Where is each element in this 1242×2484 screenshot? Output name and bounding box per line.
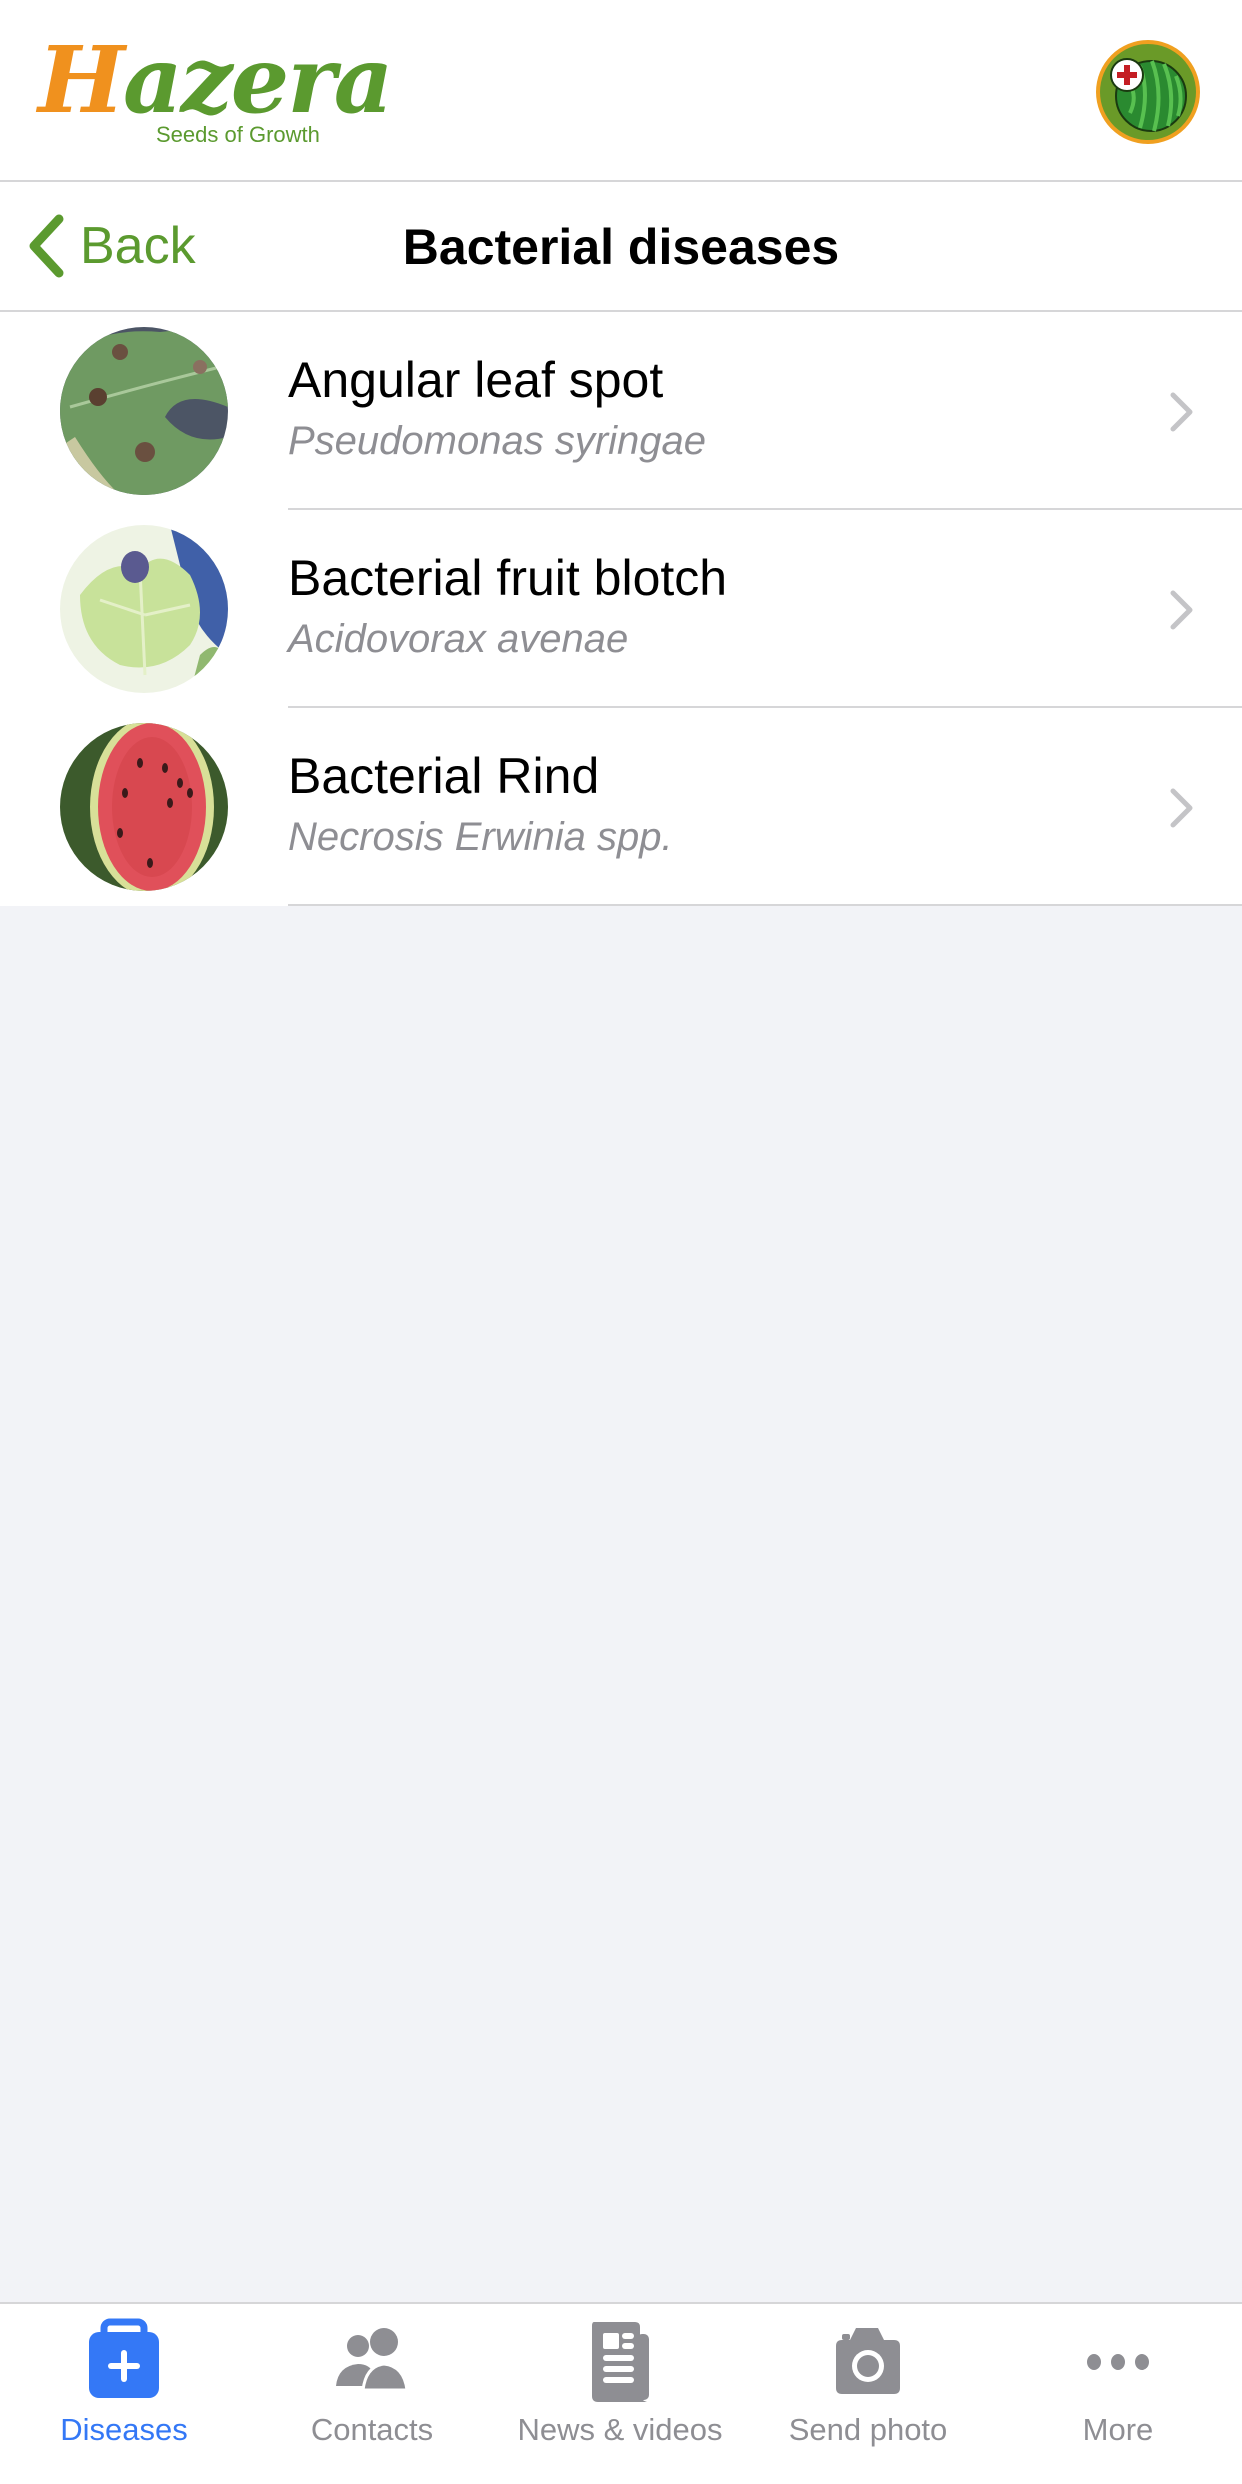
cut-watermelon-photo <box>60 723 228 891</box>
tab-more[interactable]: More <box>994 2304 1242 2484</box>
logo-tagline: Seeds of Growth <box>156 122 320 147</box>
tab-contacts[interactable]: Contacts <box>248 2304 496 2484</box>
navigation-bar: Back Bacterial diseases <box>0 182 1242 312</box>
pathogen-name: Pseudomonas syringae <box>288 419 707 463</box>
people-icon <box>336 2328 409 2392</box>
chevron-right-icon <box>1170 590 1193 630</box>
chevron-right-icon <box>1170 392 1193 432</box>
logo-rest: azera <box>122 26 393 134</box>
chevron-right-icon <box>1170 788 1193 828</box>
disease-name: Bacterial Rind <box>288 748 600 804</box>
tab-bar: Diseases Contacts News & videos Send pho… <box>0 2302 1242 2484</box>
disease-name: Angular leaf spot <box>288 352 664 408</box>
newspaper-icon <box>592 2322 649 2402</box>
tab-label: Contacts <box>310 2412 434 2447</box>
more-dots-icon <box>1087 2354 1149 2370</box>
disease-name: Bacterial fruit blotch <box>288 550 728 606</box>
pathogen-name: Acidovorax avenae <box>288 617 629 661</box>
row-separator <box>288 904 1242 906</box>
tab-label: Diseases <box>60 2412 188 2447</box>
pathogen-name: Necrosis Erwinia spp. <box>288 815 673 859</box>
tab-label: More <box>1082 2412 1154 2447</box>
app-header: Hazera Seeds of Growth <box>0 0 1242 182</box>
tab-label: Send photo <box>788 2412 948 2447</box>
disease-list: Angular leaf spot Pseudomonas syringae B… <box>0 312 1242 906</box>
leaf-with-spots-photo <box>60 327 228 495</box>
tab-diseases[interactable]: Diseases <box>0 2304 248 2484</box>
watermelon-with-red-cross-icon[interactable] <box>1094 38 1202 146</box>
camera-icon <box>836 2328 900 2394</box>
first-aid-kit-icon <box>89 2318 159 2398</box>
disease-row-bacterial-rind[interactable]: Bacterial Rind Necrosis Erwinia spp. <box>0 708 1242 906</box>
tab-news-videos[interactable]: News & videos <box>496 2304 744 2484</box>
leaf-with-blotch-photo <box>60 525 228 693</box>
page-title: Bacterial diseases <box>402 219 840 275</box>
disease-row-angular-leaf-spot[interactable]: Angular leaf spot Pseudomonas syringae <box>0 312 1242 510</box>
disease-row-bacterial-fruit-blotch[interactable]: Bacterial fruit blotch Acidovorax avenae <box>0 510 1242 708</box>
tab-send-photo[interactable]: Send photo <box>744 2304 992 2484</box>
logo-initial: H <box>38 26 125 134</box>
tab-label: News & videos <box>517 2412 723 2447</box>
hazera-logo: Hazera Seeds of Growth <box>38 30 393 150</box>
logo-wordmark: Hazera <box>38 30 393 130</box>
